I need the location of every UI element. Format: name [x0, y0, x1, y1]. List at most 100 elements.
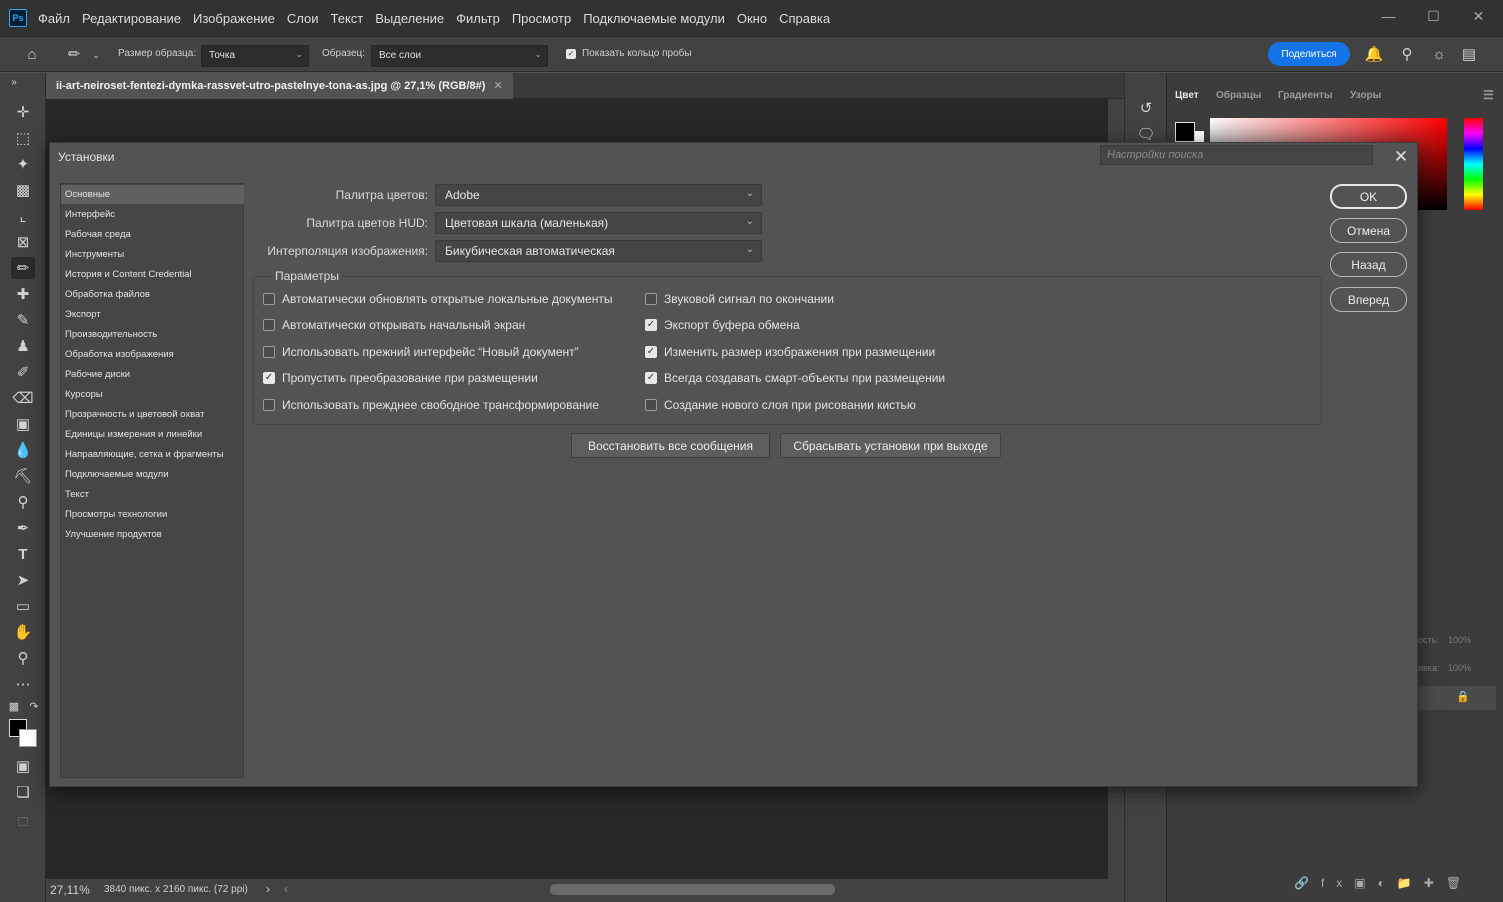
path-select-icon[interactable]: ➤	[11, 569, 35, 591]
healing-icon[interactable]: ✚	[11, 283, 35, 305]
chevron-left-icon[interactable]: ‹	[284, 882, 288, 896]
quick-mask-icon[interactable]: ▣	[11, 755, 35, 777]
option-auto-update[interactable]: Автоматически обновлять открытые локальн…	[263, 292, 612, 306]
option-new-layer-brush[interactable]: Создание нового слоя при рисовании кисть…	[645, 398, 916, 412]
lightbulb-icon[interactable]: ☼	[1429, 44, 1449, 64]
menu-type[interactable]: Текст	[331, 11, 364, 26]
nav-item-transparency[interactable]: Прозрачность и цветовой охват	[61, 405, 244, 424]
tab-gradients[interactable]: Градиенты	[1278, 90, 1333, 101]
sample-select[interactable]: Все слои ⌄	[371, 45, 548, 67]
gradient-icon[interactable]: ▣	[11, 413, 35, 435]
object-select-icon[interactable]: ▩	[11, 179, 35, 201]
type-icon[interactable]: T	[11, 543, 35, 565]
checkbox-icon[interactable]: ✓	[645, 319, 657, 331]
history-panel-icon[interactable]: ↺	[1134, 97, 1158, 119]
stamp-icon[interactable]: ♟	[11, 335, 35, 357]
menu-edit[interactable]: Редактирование	[82, 11, 181, 26]
artboard-icon[interactable]: □	[11, 810, 35, 832]
pen-icon[interactable]: ✒	[11, 517, 35, 539]
minimize-icon[interactable]: —	[1366, 0, 1411, 32]
move-icon[interactable]: ✛	[11, 101, 35, 123]
sample-size-select[interactable]: Точка ⌄	[201, 45, 309, 67]
blur-icon[interactable]: 💧	[11, 439, 35, 461]
checkbox-icon[interactable]	[263, 319, 275, 331]
history-brush-icon[interactable]: ✐	[11, 361, 35, 383]
option-smart-objects[interactable]: ✓ Всегда создавать смарт-объекты при раз…	[645, 371, 945, 385]
marquee-icon[interactable]: ⬚	[11, 127, 35, 149]
restore-messages-button[interactable]: Восстановить все сообщения	[571, 433, 770, 458]
share-button[interactable]: Поделиться	[1268, 42, 1350, 66]
hand-icon[interactable]: ✋	[11, 621, 35, 643]
maximize-icon[interactable]: ☐	[1411, 0, 1456, 32]
eyedropper-tool-icon[interactable]: ✏	[11, 257, 35, 279]
nav-item-general[interactable]: Основные	[61, 185, 244, 204]
chevron-down-icon[interactable]: ⌄	[86, 45, 106, 65]
nav-item-file-handling[interactable]: Обработка файлов	[61, 285, 244, 304]
crop-icon[interactable]: ⌞	[11, 205, 35, 227]
option-auto-show-home[interactable]: Автоматически открывать начальный экран	[263, 318, 525, 332]
checkbox-icon[interactable]: ✓	[566, 48, 576, 59]
checkbox-icon[interactable]: ✓	[645, 372, 657, 384]
opacity-value[interactable]: 100%	[1448, 635, 1471, 645]
nav-item-workspace[interactable]: Рабочая среда	[61, 225, 244, 244]
menu-filter[interactable]: Фильтр	[456, 11, 500, 26]
dodge-tool-icon[interactable]: ⚲	[11, 491, 35, 513]
tab-patterns[interactable]: Узоры	[1350, 90, 1381, 101]
menu-layers[interactable]: Слои	[287, 11, 319, 26]
next-button[interactable]: Вперед	[1330, 287, 1407, 312]
nav-item-scratch-disks[interactable]: Рабочие диски	[61, 365, 244, 384]
menu-select[interactable]: Выделение	[375, 11, 444, 26]
nav-item-type[interactable]: Текст	[61, 485, 244, 504]
nav-item-cursors[interactable]: Курсоры	[61, 385, 244, 404]
show-ring-checkbox[interactable]: ✓ Показать кольцо пробы	[566, 48, 692, 59]
horizontal-scrollbar-thumb[interactable]	[550, 884, 835, 895]
nav-item-image-processing[interactable]: Обработка изображения	[61, 345, 244, 364]
option-legacy-free-transform[interactable]: Использовать прежднее свободное трансфор…	[263, 398, 599, 412]
reset-on-exit-button[interactable]: Сбрасывать установки при выходе	[780, 433, 1001, 458]
nav-item-export[interactable]: Экспорт	[61, 305, 244, 324]
prev-button[interactable]: Назад	[1330, 252, 1407, 277]
hue-slider[interactable]	[1464, 118, 1483, 210]
nav-item-units[interactable]: Единицы измерения и линейки	[61, 425, 244, 444]
color-picker-select[interactable]: Adobe ⌄	[435, 184, 762, 206]
layers-footer-icons[interactable]: 🔗fx▣◐📁✚🗑	[1294, 876, 1473, 890]
menu-window[interactable]: Окно	[737, 11, 767, 26]
option-resize-on-place[interactable]: ✓ Изменить размер изображения при размещ…	[645, 345, 935, 359]
close-icon[interactable]: ✕	[493, 80, 502, 92]
search-input[interactable]: Настройки поиска	[1100, 145, 1373, 165]
panel-menu-icon[interactable]: ☰	[1483, 88, 1494, 102]
screen-mode-icon[interactable]: ❏	[11, 781, 35, 803]
tab-swatches[interactable]: Образцы	[1216, 90, 1261, 101]
nav-item-tools[interactable]: Инструменты	[61, 245, 244, 264]
checkbox-icon[interactable]	[263, 346, 275, 358]
collapse-icon[interactable]: »	[2, 71, 26, 93]
workspace-icon[interactable]: ▤	[1459, 44, 1479, 64]
nav-item-plugins[interactable]: Подключаемые модули	[61, 465, 244, 484]
checkbox-icon[interactable]: ✓	[263, 372, 275, 384]
fill-value[interactable]: 100%	[1448, 663, 1471, 673]
cancel-button[interactable]: Отмена	[1330, 218, 1407, 243]
tab-color[interactable]: Цвет	[1175, 90, 1199, 101]
checkbox-icon[interactable]	[263, 399, 275, 411]
nav-item-interface[interactable]: Интерфейс	[61, 205, 244, 224]
menu-view[interactable]: Просмотр	[512, 11, 571, 26]
zoom-level[interactable]: 27,11%	[50, 883, 90, 897]
nav-item-product-improvement[interactable]: Улучшение продуктов	[61, 525, 244, 544]
checkbox-icon[interactable]	[263, 293, 275, 305]
nav-item-performance[interactable]: Производительность	[61, 325, 244, 344]
document-tab[interactable]: ii-art-neiroset-fentezi-dymka-rassvet-ut…	[46, 73, 513, 99]
checkbox-icon[interactable]	[645, 293, 657, 305]
panel-foreground-swatch[interactable]	[1175, 122, 1195, 142]
zoom-icon[interactable]: ⚲	[11, 647, 35, 669]
brush-icon[interactable]: ✎	[11, 309, 35, 331]
hud-color-picker-select[interactable]: Цветовая шкала (маленькая) ⌄	[435, 212, 762, 234]
option-legacy-new-doc[interactable]: Использовать прежний интерфейс “Новый до…	[263, 345, 579, 359]
checkbox-icon[interactable]	[645, 399, 657, 411]
layer-row[interactable]: 🔒	[1418, 686, 1496, 710]
menu-image[interactable]: Изображение	[193, 11, 275, 26]
close-icon[interactable]: ✕	[1390, 146, 1412, 168]
menu-file[interactable]: Файл	[38, 11, 70, 26]
eyedropper-icon[interactable]: ✏	[64, 44, 84, 64]
option-export-clipboard[interactable]: ✓ Экспорт буфера обмена	[645, 318, 800, 332]
eraser-icon[interactable]: ⌫	[11, 387, 35, 409]
